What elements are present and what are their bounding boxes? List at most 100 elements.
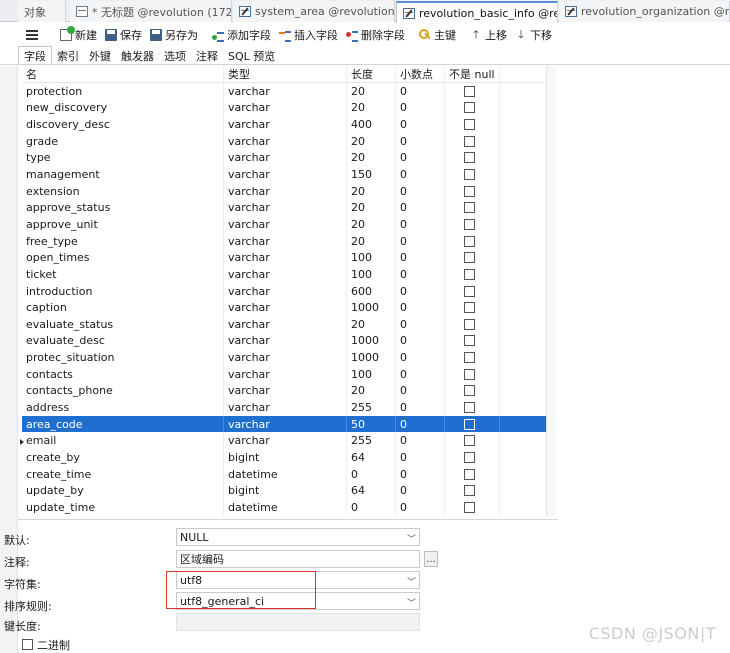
field-type-cell[interactable]: varchar bbox=[224, 399, 347, 416]
field-length-cell[interactable]: 600 bbox=[347, 282, 396, 300]
field-length-cell[interactable]: 0 bbox=[347, 465, 396, 483]
field-row[interactable]: create_by bigint 64 0 bbox=[22, 449, 546, 466]
field-name-cell[interactable]: email bbox=[22, 432, 224, 450]
field-type-cell[interactable]: varchar bbox=[224, 166, 347, 183]
field-name-cell[interactable]: evaluate_desc bbox=[22, 332, 224, 350]
field-row[interactable]: type varchar 20 0 bbox=[22, 149, 546, 167]
field-length-cell[interactable]: 20 bbox=[347, 83, 396, 100]
field-decimals-cell[interactable]: 0 bbox=[396, 482, 445, 500]
field-decimals-cell[interactable]: 0 bbox=[396, 232, 445, 250]
not-null-checkbox[interactable] bbox=[464, 169, 475, 181]
field-decimals-cell[interactable]: 0 bbox=[396, 99, 445, 117]
field-length-cell[interactable]: 20 bbox=[347, 182, 396, 200]
not-null-checkbox[interactable] bbox=[464, 335, 475, 347]
field-type-cell[interactable]: varchar bbox=[224, 349, 347, 366]
default-select[interactable]: NULL ﹀ bbox=[176, 528, 420, 546]
field-length-cell[interactable]: 64 bbox=[347, 482, 396, 500]
header-type[interactable]: 类型 bbox=[224, 66, 347, 82]
field-name-cell[interactable]: approve_unit bbox=[22, 216, 224, 233]
field-decimals-cell[interactable]: 0 bbox=[396, 432, 445, 450]
comment-input[interactable]: 区域编码 bbox=[176, 550, 420, 568]
field-length-cell[interactable]: 20 bbox=[347, 232, 396, 250]
not-null-checkbox[interactable] bbox=[464, 85, 475, 97]
field-row[interactable]: protection varchar 20 0 bbox=[22, 83, 546, 100]
not-null-checkbox[interactable] bbox=[464, 218, 475, 230]
field-type-cell[interactable]: varchar bbox=[224, 266, 347, 283]
field-row[interactable]: contacts_phone varchar 20 0 bbox=[22, 382, 546, 400]
field-decimals-cell[interactable]: 0 bbox=[396, 499, 445, 516]
not-null-checkbox[interactable] bbox=[464, 185, 475, 197]
not-null-checkbox[interactable] bbox=[464, 285, 475, 297]
field-decimals-cell[interactable]: 0 bbox=[396, 449, 445, 466]
header-not-null[interactable]: 不是 null bbox=[445, 66, 500, 82]
not-null-checkbox[interactable] bbox=[464, 385, 475, 397]
field-row[interactable]: address varchar 255 0 bbox=[22, 399, 546, 416]
field-row[interactable]: ticket varchar 100 0 bbox=[22, 266, 546, 283]
field-name-cell[interactable]: extension bbox=[22, 182, 224, 200]
field-name-cell[interactable]: open_times bbox=[22, 249, 224, 267]
field-decimals-cell[interactable]: 0 bbox=[396, 199, 445, 217]
field-name-cell[interactable]: protec_situation bbox=[22, 349, 224, 366]
not-null-checkbox[interactable] bbox=[464, 302, 475, 314]
field-decimals-cell[interactable]: 0 bbox=[396, 116, 445, 133]
field-row[interactable]: new_discovery varchar 20 0 bbox=[22, 99, 546, 117]
field-decimals-cell[interactable]: 0 bbox=[396, 149, 445, 167]
field-decimals-cell[interactable]: 0 bbox=[396, 382, 445, 400]
field-length-cell[interactable]: 400 bbox=[347, 116, 396, 133]
field-name-cell[interactable]: update_time bbox=[22, 499, 224, 516]
comment-edit-button[interactable]: ... bbox=[424, 551, 438, 567]
field-row[interactable]: update_time datetime 0 0 bbox=[22, 499, 546, 516]
new-button[interactable]: 新建 bbox=[56, 25, 101, 45]
field-row[interactable]: email varchar 255 0 bbox=[22, 432, 546, 450]
field-type-cell[interactable]: varchar bbox=[224, 382, 347, 400]
field-row[interactable]: management varchar 150 0 bbox=[22, 166, 546, 183]
field-row[interactable]: approve_unit varchar 20 0 bbox=[22, 216, 546, 233]
field-row[interactable]: contacts varchar 100 0 bbox=[22, 365, 546, 383]
add-field-button[interactable]: 添加字段 bbox=[208, 25, 275, 45]
tab-untitled-query[interactable]: * 无标题 @revolution (172.2... bbox=[70, 1, 232, 22]
field-row[interactable]: caption varchar 1000 0 bbox=[22, 299, 546, 316]
field-length-cell[interactable]: 100 bbox=[347, 249, 396, 267]
field-decimals-cell[interactable]: 0 bbox=[396, 282, 445, 300]
field-name-cell[interactable]: free_type bbox=[22, 232, 224, 250]
field-length-cell[interactable]: 100 bbox=[347, 365, 396, 383]
header-decimals[interactable]: 小数点 bbox=[396, 66, 445, 82]
not-null-checkbox[interactable] bbox=[464, 235, 475, 247]
subtab-fields[interactable]: 字段 bbox=[18, 46, 52, 64]
field-type-cell[interactable]: varchar bbox=[224, 249, 347, 267]
field-type-cell[interactable]: datetime bbox=[224, 465, 347, 483]
field-type-cell[interactable]: varchar bbox=[224, 149, 347, 167]
not-null-checkbox[interactable] bbox=[464, 435, 475, 447]
field-decimals-cell[interactable]: 0 bbox=[396, 332, 445, 350]
field-name-cell[interactable]: discovery_desc bbox=[22, 116, 224, 133]
field-length-cell[interactable]: 20 bbox=[347, 199, 396, 217]
grid-vertical-scrollbar[interactable] bbox=[546, 66, 556, 516]
not-null-checkbox[interactable] bbox=[464, 418, 475, 430]
delete-field-button[interactable]: 删除字段 bbox=[342, 25, 409, 45]
not-null-checkbox[interactable] bbox=[464, 102, 475, 114]
field-length-cell[interactable]: 150 bbox=[347, 166, 396, 183]
field-length-cell[interactable]: 100 bbox=[347, 266, 396, 283]
subtab-sql-preview[interactable]: SQL 预览 bbox=[223, 47, 280, 64]
field-decimals-cell[interactable]: 0 bbox=[396, 349, 445, 366]
field-name-cell[interactable]: update_by bbox=[22, 482, 224, 500]
field-type-cell[interactable]: varchar bbox=[224, 315, 347, 333]
field-row[interactable]: approve_status varchar 20 0 bbox=[22, 199, 546, 217]
menu-button[interactable] bbox=[18, 24, 46, 46]
field-length-cell[interactable]: 20 bbox=[347, 132, 396, 150]
not-null-checkbox[interactable] bbox=[464, 202, 475, 214]
field-type-cell[interactable]: varchar bbox=[224, 199, 347, 217]
not-null-checkbox[interactable] bbox=[464, 401, 475, 413]
field-row[interactable]: free_type varchar 20 0 bbox=[22, 232, 546, 250]
field-length-cell[interactable]: 20 bbox=[347, 149, 396, 167]
field-type-cell[interactable]: varchar bbox=[224, 282, 347, 300]
not-null-checkbox[interactable] bbox=[464, 119, 475, 131]
field-decimals-cell[interactable]: 0 bbox=[396, 315, 445, 333]
field-type-cell[interactable]: varchar bbox=[224, 182, 347, 200]
field-length-cell[interactable]: 20 bbox=[347, 216, 396, 233]
not-null-checkbox[interactable] bbox=[464, 318, 475, 330]
field-row[interactable]: introduction varchar 600 0 bbox=[22, 282, 546, 300]
primary-key-button[interactable]: 主键 bbox=[415, 25, 460, 45]
field-decimals-cell[interactable]: 0 bbox=[396, 182, 445, 200]
binary-checkbox[interactable] bbox=[22, 639, 33, 650]
